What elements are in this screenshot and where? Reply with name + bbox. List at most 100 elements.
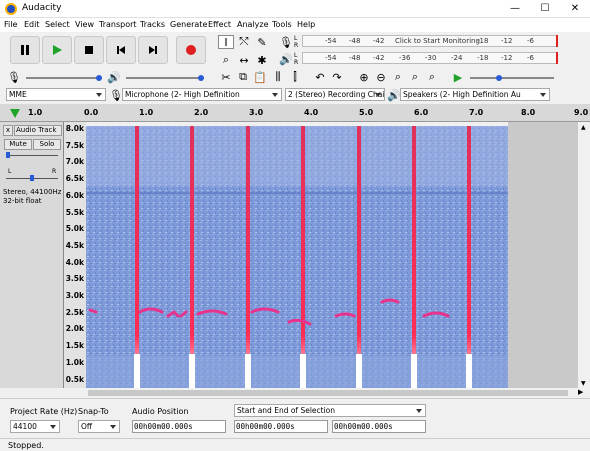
- frequency-label: 8.0k: [65, 124, 84, 133]
- selection-end-field[interactable]: 00h00m00.000s: [332, 420, 426, 433]
- scroll-down-icon[interactable]: ▼: [581, 380, 586, 387]
- ruler-tick: 5.0: [359, 108, 374, 117]
- ruler-tick: 4.0: [304, 108, 319, 117]
- gain-slider[interactable]: [6, 152, 58, 158]
- zoom-tool-icon[interactable]: ⌕: [218, 53, 234, 67]
- snap-to-select[interactable]: Off: [78, 420, 120, 433]
- menu-analyze[interactable]: Analyze: [237, 20, 269, 29]
- skip-to-start-button[interactable]: [106, 36, 136, 64]
- stop-icon: [85, 46, 93, 54]
- maximize-button[interactable]: ☐: [530, 0, 560, 18]
- selection-tool-icon[interactable]: I: [218, 35, 234, 49]
- selection-mode-select[interactable]: Start and End of Selection: [234, 404, 426, 417]
- close-button[interactable]: ✕: [560, 0, 590, 18]
- ruler-tick: 7.0: [469, 108, 484, 117]
- menu-view[interactable]: View: [75, 20, 94, 29]
- multi-tool-icon[interactable]: ✱: [254, 53, 270, 67]
- play-tick: -24: [451, 54, 463, 62]
- menu-tools[interactable]: Tools: [272, 20, 292, 29]
- envelope-tool-icon[interactable]: ⤲: [236, 35, 252, 49]
- playback-meter[interactable]: -54 -48 -42 -36 -30 -24 -18 -12 -6: [302, 52, 558, 64]
- play-icon: [53, 45, 62, 55]
- frequency-label: 1.5k: [65, 341, 84, 351]
- slider-knob[interactable]: [30, 175, 34, 181]
- play-speed-slider[interactable]: [470, 75, 554, 81]
- paste-icon[interactable]: 📋: [252, 70, 268, 84]
- zoom-in-icon[interactable]: ⊕: [356, 70, 372, 84]
- timeshift-tool-icon[interactable]: ↔: [236, 53, 252, 67]
- menu-select[interactable]: Select: [45, 20, 70, 29]
- track-name-menu[interactable]: Audio Track: [14, 125, 62, 136]
- recording-channels-select[interactable]: 2 (Stereo) Recording Chai: [285, 88, 385, 101]
- cut-icon[interactable]: ✂: [218, 70, 234, 84]
- horizontal-scrollbar[interactable]: ▶: [0, 388, 590, 398]
- timeline-ruler[interactable]: 1.0 0.0 1.0 2.0 3.0 4.0 5.0 6.0 7.0 8.0 …: [0, 104, 590, 122]
- playback-clip-indicator: [556, 52, 558, 64]
- menu-tracks[interactable]: Tracks: [140, 20, 165, 29]
- menu-generate[interactable]: Generate: [170, 20, 207, 29]
- recording-device-select[interactable]: Microphone (2- High Definition: [122, 88, 282, 101]
- play-tick: -30: [425, 54, 437, 62]
- slider-knob[interactable]: [496, 75, 502, 81]
- ruler-tick: 0.0: [84, 108, 99, 117]
- selection-start-field[interactable]: 00h00m00.000s: [234, 420, 328, 433]
- slider-knob[interactable]: [96, 75, 102, 81]
- play-at-speed-icon[interactable]: ▶: [450, 70, 466, 84]
- draw-tool-icon[interactable]: ✎: [254, 35, 270, 49]
- solo-button[interactable]: Solo: [33, 139, 61, 150]
- vertical-scrollbar[interactable]: ▲ ▼: [578, 122, 590, 390]
- minimize-button[interactable]: —: [500, 0, 530, 18]
- playhead-marker-icon[interactable]: [10, 109, 20, 118]
- speaker-meter-icon[interactable]: 🔊: [278, 52, 294, 66]
- track-close-button[interactable]: x: [3, 125, 13, 136]
- project-rate-select[interactable]: 44100: [10, 420, 60, 433]
- audio-position-field[interactable]: 00h00m00.000s: [132, 420, 226, 433]
- window-title: Audacity: [22, 3, 62, 13]
- trim-icon[interactable]: ⫼: [270, 70, 286, 84]
- track-control-panel[interactable]: x Audio Track Mute Solo L R Stereo, 4410…: [0, 122, 64, 390]
- slider-knob[interactable]: [198, 75, 204, 81]
- copy-icon[interactable]: ⧉: [235, 70, 251, 84]
- play-button[interactable]: [42, 36, 72, 64]
- frequency-label: 5.5k: [65, 207, 84, 217]
- mic-meter-icon[interactable]: 🎙: [278, 35, 294, 49]
- skip-to-end-button[interactable]: [138, 36, 168, 64]
- menu-help[interactable]: Help: [297, 20, 315, 29]
- rec-tick: -42: [373, 37, 385, 45]
- mic-icon: 🎙: [7, 70, 21, 84]
- menu-file[interactable]: File: [4, 20, 17, 29]
- spectrogram[interactable]: [86, 126, 508, 388]
- monitoring-hint[interactable]: Click to Start Monitoring: [395, 37, 480, 45]
- fit-selection-icon[interactable]: ⌕: [390, 70, 406, 84]
- menu-edit[interactable]: Edit: [24, 20, 40, 29]
- zoom-toggle-icon[interactable]: ⌕: [424, 70, 440, 84]
- frequency-label: 3.5k: [65, 274, 84, 284]
- stop-button[interactable]: [74, 36, 104, 64]
- empty-track-area[interactable]: [508, 122, 578, 390]
- frequency-label: 2.0k: [65, 324, 84, 334]
- tools-toolbar: I ⤲ ✎ ⌕ ↔ ✱: [216, 33, 272, 71]
- pause-button[interactable]: [10, 36, 40, 64]
- playback-volume-slider[interactable]: [126, 75, 204, 81]
- slider-knob[interactable]: [6, 152, 10, 158]
- frequency-label: 1.0k: [65, 357, 84, 367]
- speaker-icon: 🔊: [107, 70, 121, 84]
- redo-icon[interactable]: ↷: [329, 70, 345, 84]
- playback-device-select[interactable]: Speakers (2- High Definition Au: [400, 88, 550, 101]
- silence-icon[interactable]: ⫿: [287, 70, 303, 84]
- menu-transport[interactable]: Transport: [99, 20, 137, 29]
- scroll-right-icon[interactable]: ▶: [578, 388, 583, 396]
- scroll-up-icon[interactable]: ▲: [581, 124, 586, 131]
- play-tick: -54: [325, 54, 337, 62]
- pan-slider[interactable]: [6, 175, 58, 181]
- scroll-thumb[interactable]: [88, 390, 568, 396]
- record-volume-slider[interactable]: [26, 75, 102, 81]
- record-meter[interactable]: -54 -48 -42 Click to Start Monitoring -1…: [302, 35, 558, 47]
- zoom-out-icon[interactable]: ⊖: [373, 70, 389, 84]
- mute-button[interactable]: Mute: [4, 139, 32, 150]
- fit-project-icon[interactable]: ⌕: [407, 70, 423, 84]
- menu-effect[interactable]: Effect: [208, 20, 231, 29]
- audio-host-select[interactable]: MME: [6, 88, 106, 101]
- undo-icon[interactable]: ↶: [312, 70, 328, 84]
- record-button[interactable]: [176, 36, 206, 64]
